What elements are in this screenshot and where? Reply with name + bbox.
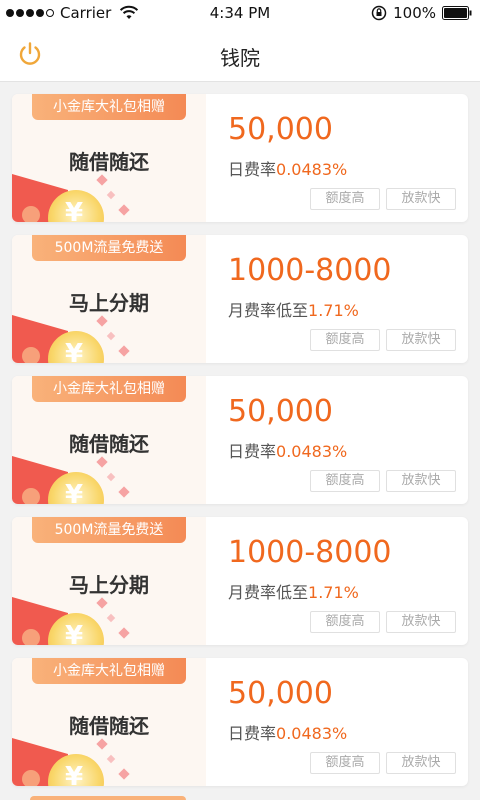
feature-tags: 额度高 放款快 (310, 470, 456, 492)
decor-circle-icon (22, 347, 40, 363)
decor-diamond-icon (118, 627, 130, 639)
coin-symbol-icon: ¥ (65, 762, 84, 786)
feature-tags: 额度高 放款快 (310, 329, 456, 351)
rate-value: 1.71% (308, 583, 359, 602)
feature-tag: 放款快 (386, 188, 456, 210)
product-name: 随借随还 (69, 432, 149, 456)
card-right-panel: 50,000 日费率0.0483% 额度高 放款快 (206, 94, 468, 222)
decor-diamond-icon (106, 613, 116, 623)
coin-symbol-icon: ¥ (65, 198, 84, 222)
loan-card[interactable]: ¥ 小金库大礼包相赠 随借随还 50,000 日费率0.0483% 额度高 放款… (12, 94, 468, 222)
promo-tag: 500M流量免费送 (32, 235, 186, 261)
loan-product-list: ¥ 小金库大礼包相赠 随借随还 50,000 日费率0.0483% 额度高 放款… (0, 82, 480, 800)
card-left-panel: ¥ 小金库大礼包相赠 随借随还 (12, 658, 206, 786)
decor-diamond-icon (106, 472, 116, 482)
next-card-promo-tag (30, 796, 186, 800)
fee-rate: 月费率低至1.71% (228, 297, 359, 321)
promo-tag: 小金库大礼包相赠 (32, 658, 186, 684)
decor-circle-icon (22, 770, 40, 786)
card-right-panel: 1000-8000 月费率低至1.71% 额度高 放款快 (206, 517, 468, 645)
decor-diamond-icon (118, 345, 130, 357)
loan-card[interactable]: ¥ 500M流量免费送 马上分期 1000-8000 月费率低至1.71% 额度… (12, 517, 468, 645)
card-left-panel: ¥ 500M流量免费送 马上分期 (12, 517, 206, 645)
loan-card[interactable]: ¥ 小金库大礼包相赠 随借随还 50,000 日费率0.0483% 额度高 放款… (12, 658, 468, 786)
feature-tag: 额度高 (310, 188, 380, 210)
card-right-panel: 1000-8000 月费率低至1.71% 额度高 放款快 (206, 235, 468, 363)
feature-tags: 额度高 放款快 (310, 188, 456, 210)
feature-tag: 放款快 (386, 329, 456, 351)
feature-tag: 放款快 (386, 470, 456, 492)
coin-symbol-icon: ¥ (65, 339, 84, 363)
decor-circle-icon (22, 206, 40, 222)
promo-tag: 小金库大礼包相赠 (32, 376, 186, 402)
product-name: 马上分期 (69, 573, 149, 597)
product-name: 随借随还 (69, 714, 149, 738)
card-left-panel: ¥ 500M流量免费送 马上分期 (12, 235, 206, 363)
card-left-panel: ¥ 小金库大礼包相赠 随借随还 (12, 376, 206, 504)
decor-diamond-icon (118, 768, 130, 780)
decor-circle-icon (22, 488, 40, 504)
decor-diamond-icon (96, 738, 108, 750)
loan-amount: 50,000 (228, 676, 333, 711)
decor-diamond-icon (118, 486, 130, 498)
rate-value: 0.0483% (276, 442, 348, 461)
loan-amount: 50,000 (228, 394, 333, 429)
loan-card[interactable]: ¥ 500M流量免费送 马上分期 1000-8000 月费率低至1.71% 额度… (12, 235, 468, 363)
orientation-lock-icon (371, 5, 387, 21)
promo-tag: 小金库大礼包相赠 (32, 94, 186, 120)
rate-value: 0.0483% (276, 160, 348, 179)
product-name: 马上分期 (69, 291, 149, 315)
decor-diamond-icon (106, 190, 116, 200)
feature-tag: 额度高 (310, 329, 380, 351)
battery-percent: 100% (393, 4, 436, 22)
card-left-panel: ¥ 小金库大礼包相赠 随借随还 (12, 94, 206, 222)
fee-rate: 月费率低至1.71% (228, 579, 359, 603)
decor-diamond-icon (106, 754, 116, 764)
feature-tag: 额度高 (310, 752, 380, 774)
decor-diamond-icon (118, 204, 130, 216)
loan-card[interactable]: ¥ 小金库大礼包相赠 随借随还 50,000 日费率0.0483% 额度高 放款… (12, 376, 468, 504)
decor-diamond-icon (106, 331, 116, 341)
rate-label: 日费率 (228, 160, 277, 179)
loan-amount: 1000-8000 (228, 535, 392, 570)
coin-symbol-icon: ¥ (65, 480, 84, 504)
feature-tags: 额度高 放款快 (310, 611, 456, 633)
feature-tag: 放款快 (386, 611, 456, 633)
coin-symbol-icon: ¥ (65, 621, 84, 645)
status-bar: Carrier 4:34 PM 100% (0, 0, 480, 26)
rate-value: 0.0483% (276, 724, 348, 743)
feature-tags: 额度高 放款快 (310, 752, 456, 774)
decor-diamond-icon (96, 597, 108, 609)
rate-label: 日费率 (228, 724, 277, 743)
decor-diamond-icon (96, 456, 108, 468)
page-title: 钱院 (220, 46, 260, 70)
rate-label: 月费率低至 (228, 301, 309, 320)
fee-rate: 日费率0.0483% (228, 720, 347, 744)
status-right: 100% (371, 4, 472, 22)
rate-label: 月费率低至 (228, 583, 309, 602)
loan-amount: 50,000 (228, 112, 333, 147)
decor-diamond-icon (96, 174, 108, 186)
decor-diamond-icon (96, 315, 108, 327)
battery-icon (442, 6, 472, 20)
card-right-panel: 50,000 日费率0.0483% 额度高 放款快 (206, 376, 468, 504)
card-right-panel: 50,000 日费率0.0483% 额度高 放款快 (206, 658, 468, 786)
promo-tag: 500M流量免费送 (32, 517, 186, 543)
nav-bar: 钱院 (0, 26, 480, 82)
rate-label: 日费率 (228, 442, 277, 461)
feature-tag: 额度高 (310, 470, 380, 492)
loan-amount: 1000-8000 (228, 253, 392, 288)
rate-value: 1.71% (308, 301, 359, 320)
feature-tag: 放款快 (386, 752, 456, 774)
product-name: 随借随还 (69, 150, 149, 174)
fee-rate: 日费率0.0483% (228, 156, 347, 180)
decor-circle-icon (22, 629, 40, 645)
fee-rate: 日费率0.0483% (228, 438, 347, 462)
feature-tag: 额度高 (310, 611, 380, 633)
